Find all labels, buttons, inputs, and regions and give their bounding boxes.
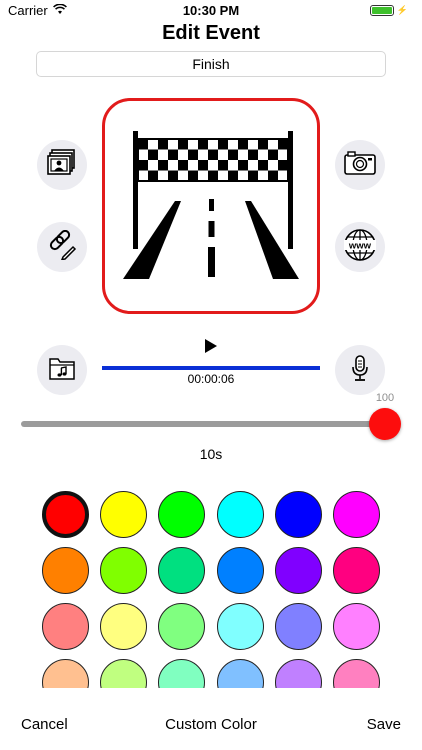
color-palette [0,486,422,688]
color-swatch[interactable] [100,491,147,538]
play-icon [198,339,222,360]
color-swatch[interactable] [158,491,205,538]
color-swatch[interactable] [158,659,205,688]
charging-icon: ⚡ [396,5,408,15]
play-button[interactable] [198,336,222,356]
slider-max-label: 100 [375,392,395,404]
web-button[interactable]: www [335,222,385,272]
color-swatch[interactable] [275,659,322,688]
color-swatch[interactable] [42,659,89,688]
status-bar: Carrier 10:30 PM ⚡ [0,0,422,22]
color-swatch[interactable] [158,603,205,650]
color-swatch[interactable] [333,659,380,688]
color-swatch[interactable] [275,491,322,538]
globe-www-icon: www [343,228,377,267]
music-folder-button[interactable] [37,345,87,395]
color-swatch[interactable] [100,603,147,650]
color-swatch[interactable] [333,547,380,594]
color-swatch[interactable] [217,603,264,650]
duration-slider-track[interactable] [21,421,385,427]
duration-slider-thumb[interactable] [369,408,401,440]
camera-icon [343,150,377,181]
color-swatch[interactable] [275,547,322,594]
color-swatch[interactable] [217,659,264,688]
event-name-field[interactable] [36,51,386,77]
link-edit-icon [47,229,77,265]
battery-indicator: ⚡ [369,5,408,16]
audio-progress-bar[interactable] [102,366,320,370]
bottom-toolbar: Cancel Custom Color Save [0,700,422,750]
color-swatch[interactable] [333,603,380,650]
save-button[interactable]: Save [367,716,401,733]
photo-library-icon [46,148,78,183]
record-audio-button[interactable] [335,345,385,395]
photo-library-button[interactable] [37,140,87,190]
microphone-icon [350,354,370,387]
color-swatch[interactable] [217,547,264,594]
color-swatch[interactable] [42,603,89,650]
color-swatch[interactable] [158,547,205,594]
event-image[interactable] [102,98,320,314]
custom-color-button[interactable]: Custom Color [0,716,422,733]
color-swatch[interactable] [42,491,89,538]
color-swatch[interactable] [100,547,147,594]
status-time: 10:30 PM [182,3,240,18]
color-swatch[interactable] [275,603,322,650]
svg-text:www: www [348,240,372,251]
duration-label: 10s [199,446,223,462]
page-title: Edit Event [162,22,260,44]
color-swatch[interactable] [333,491,380,538]
battery-icon [369,5,394,16]
link-edit-button[interactable] [37,222,87,272]
color-swatch[interactable] [217,491,264,538]
finish-line-image [123,131,299,279]
camera-button[interactable] [335,140,385,190]
color-swatch[interactable] [42,547,89,594]
color-swatch[interactable] [100,659,147,688]
